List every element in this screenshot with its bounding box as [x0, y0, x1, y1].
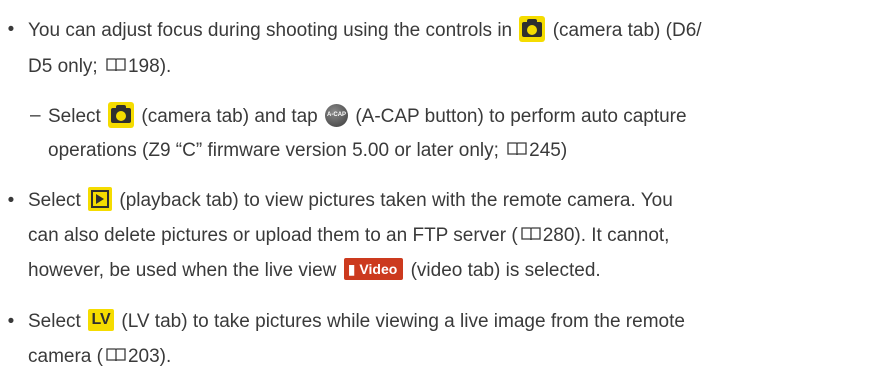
camera-tab-icon: [108, 102, 135, 128]
playback-tab-icon: [88, 187, 113, 211]
page-ref-280[interactable]: 280: [543, 225, 575, 246]
book-icon: [106, 348, 126, 362]
bullet-marker: •: [7, 19, 15, 40]
bullet-3-text-a: Select: [28, 311, 81, 332]
bullet-2-text-d: ). It cannot,: [574, 225, 670, 246]
page-ref-203[interactable]: 203: [128, 346, 160, 367]
bullet-marker: •: [7, 190, 15, 211]
clapperboard-icon: ▮: [347, 260, 356, 277]
manual-page: • You can adjust focus during shooting u…: [0, 0, 889, 382]
sub-bullet-line-1: Select (camera tab) and tap A-CAP (A-CAP…: [48, 102, 687, 128]
bullet-2-text-a: Select: [28, 190, 81, 212]
bullet-2-text-c: can also delete pictures or upload them …: [28, 225, 518, 246]
book-icon: [106, 58, 126, 72]
bullet-3-line-2: camera ( 203).: [28, 345, 171, 369]
bullet-3-text-d: ).: [159, 346, 172, 367]
bullet-2-line-3: however, be used when the live view ▮ Vid…: [28, 257, 601, 283]
lv-tab-icon: LV: [88, 308, 115, 331]
sub-text-d: operations (Z9 “C” firmware version 5.00…: [48, 140, 499, 161]
a-cap-button-icon: A-CAP: [325, 103, 349, 127]
bullet-1-text-d: ).: [159, 56, 172, 77]
sub-text-b: (camera tab) and tap: [141, 106, 318, 128]
bullet-2-text-b: (playback tab) to view pictures taken wi…: [119, 190, 673, 212]
bullet-3-line-1: Select LV (LV tab) to take pictures whil…: [28, 308, 685, 334]
bullet-3-text-c: camera (: [28, 346, 103, 367]
bullet-1-text-b: (camera tab) (D6/: [552, 20, 702, 42]
video-tab-icon: ▮ Video: [343, 257, 404, 280]
bullet-1-line-1: You can adjust focus during shooting usi…: [28, 16, 702, 42]
bullet-2-line-1: Select (playback tab) to view pictures t…: [28, 187, 673, 213]
bullet-2-line-2: can also delete pictures or upload them …: [28, 224, 669, 248]
bullet-marker: •: [7, 311, 15, 332]
bullet-2-text-e: however, be used when the live view: [28, 260, 337, 281]
bullet-1-text-a: You can adjust focus during shooting usi…: [28, 20, 513, 42]
page-ref-245[interactable]: 245: [529, 140, 561, 161]
bullet-3-text-b: (LV tab) to take pictures while viewing …: [121, 311, 685, 332]
bullet-2-text-f: (video tab) is selected.: [410, 260, 601, 281]
dash-marker: –: [30, 105, 41, 126]
camera-tab-icon: [519, 16, 546, 42]
book-icon: [521, 227, 541, 241]
sub-text-a: Select: [48, 106, 101, 128]
page-ref-198[interactable]: 198: [128, 56, 160, 77]
sub-bullet-line-2: operations (Z9 “C” firmware version 5.00…: [48, 139, 567, 163]
bullet-1-text-c: D5 only;: [28, 56, 98, 77]
sub-text-c: (A-CAP button) to perform auto capture: [355, 106, 687, 128]
video-tab-label: Video: [359, 260, 398, 277]
book-icon: [507, 142, 527, 156]
bullet-1-line-2: D5 only; 198).: [28, 55, 171, 79]
sub-text-e: ): [560, 140, 568, 161]
